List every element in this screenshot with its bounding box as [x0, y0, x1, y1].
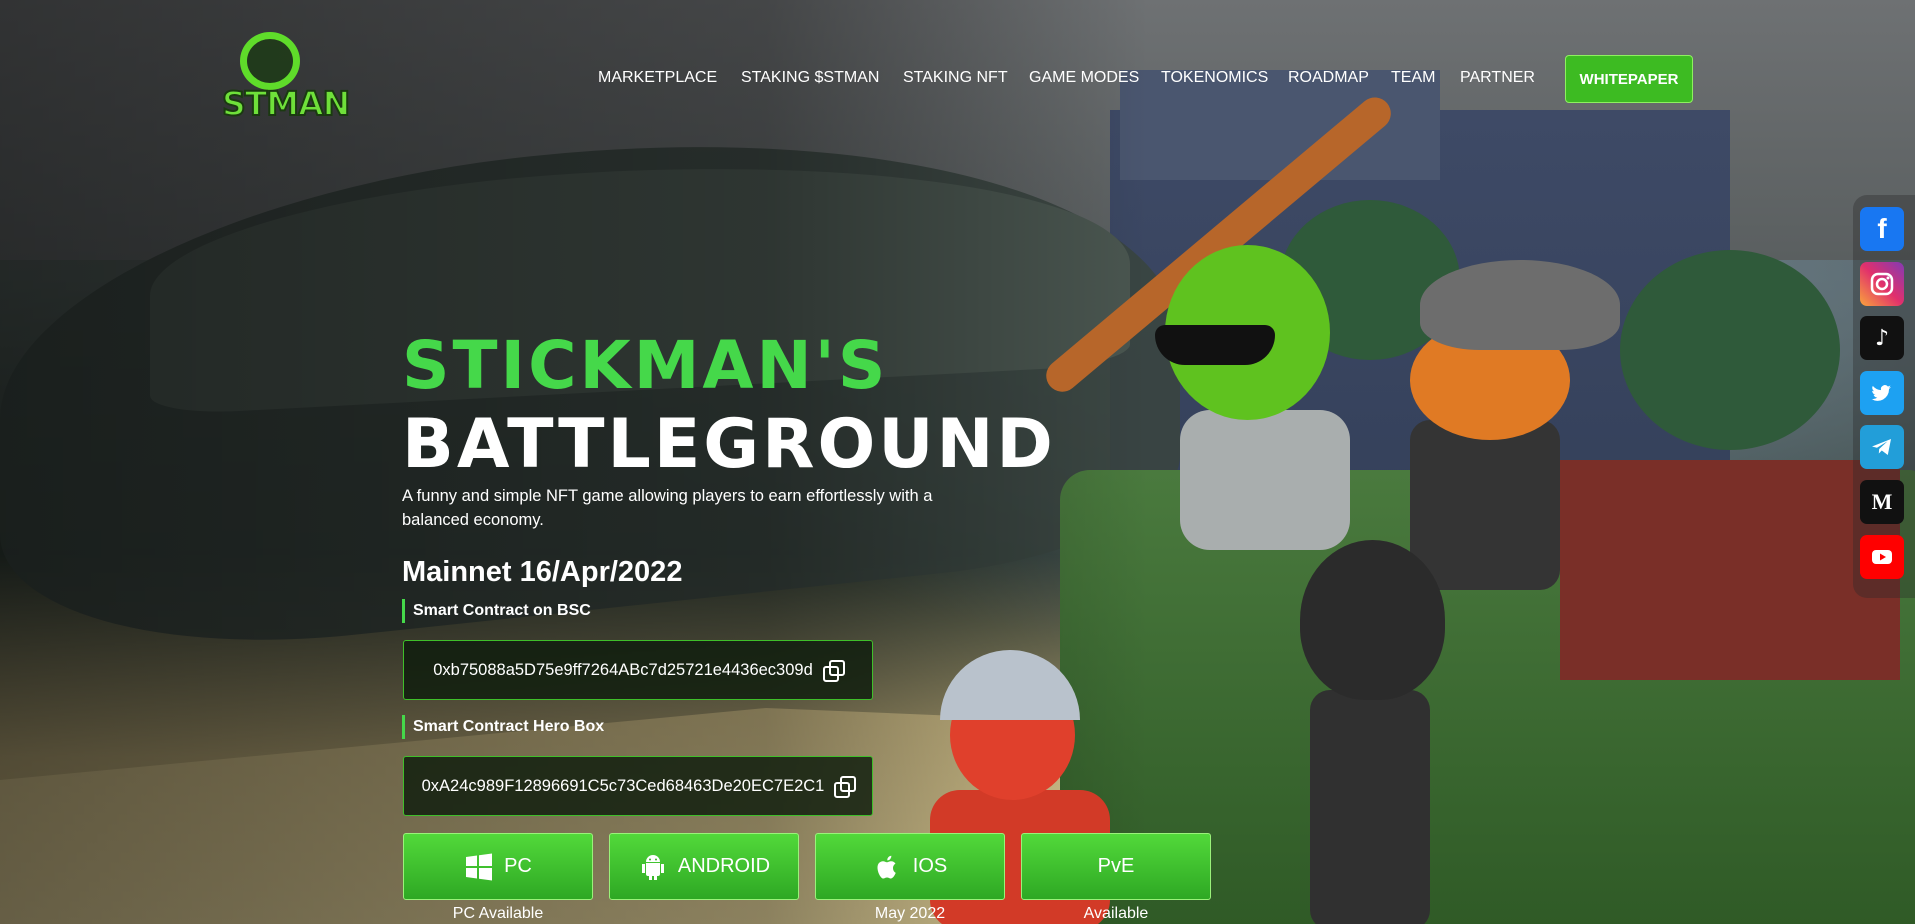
contract-bsc-address: 0xb75088a5D75e9ff7264ABc7d25721e4436ec30… — [433, 660, 813, 679]
platform-pc-label: PC — [504, 855, 532, 877]
platform-pc-button[interactable]: PC — [403, 833, 593, 900]
copy-icon[interactable] — [822, 660, 845, 682]
android-icon — [641, 854, 664, 880]
youtube-icon[interactable] — [1860, 535, 1904, 579]
nav-item-marketplace[interactable]: MARKETPLACE — [598, 69, 717, 87]
contract-hero-label: Smart Contract Hero Box — [402, 715, 604, 739]
contract-bsc-label: Smart Contract on BSC — [402, 599, 591, 623]
instagram-icon[interactable] — [1860, 262, 1904, 306]
copy-icon[interactable] — [834, 776, 857, 798]
contract-bsc-box[interactable]: 0xb75088a5D75e9ff7264ABc7d25721e4436ec30… — [403, 640, 873, 700]
logo-text: STMAN — [221, 83, 351, 124]
nav-item-team[interactable]: TEAM — [1391, 69, 1435, 87]
nav-item-roadmap[interactable]: ROADMAP — [1288, 69, 1369, 87]
nav-item-staking-nft[interactable]: STAKING NFT — [903, 69, 1008, 87]
telegram-icon[interactable] — [1860, 425, 1904, 469]
platform-android-button[interactable]: ANDROID — [609, 833, 799, 900]
platform-ios-label: IOS — [912, 855, 948, 877]
contract-hero-box[interactable]: 0xA24c989F12896691C5c73Ced68463De20EC7E2… — [403, 756, 873, 816]
platform-ios-status: May 2022 — [874, 905, 946, 922]
hero-description: A funny and simple NFT game allowing pla… — [402, 487, 933, 529]
apple-icon — [877, 855, 896, 878]
platform-pve-status: Available — [1083, 905, 1149, 922]
platform-pve-label: PvE — [1097, 855, 1135, 877]
nav-item-partner[interactable]: PARTNER — [1460, 69, 1535, 87]
social-sidebar: f ♪ M — [1853, 195, 1915, 598]
platform-ios-button[interactable]: IOS — [815, 833, 1005, 900]
platform-pc-status: PC Available — [452, 905, 544, 922]
medium-icon[interactable]: M — [1860, 480, 1904, 524]
hero-title-line1: STICKMAN'S — [402, 327, 889, 404]
facebook-icon[interactable]: f — [1860, 207, 1904, 251]
platform-pve-button[interactable]: PvE — [1021, 833, 1211, 900]
whitepaper-button[interactable]: WHITEPAPER — [1565, 55, 1693, 103]
contract-hero-address: 0xA24c989F12896691C5c73Ced68463De20EC7E2… — [421, 776, 825, 795]
platform-android-label: ANDROID — [677, 855, 771, 877]
windows-icon — [466, 853, 493, 880]
mainnet-date: Mainnet 16/Apr/2022 — [402, 556, 683, 588]
nav-item-game-modes[interactable]: GAME MODES — [1029, 69, 1139, 87]
logo-mark-icon — [240, 32, 300, 90]
twitter-icon[interactable] — [1860, 371, 1904, 415]
site-logo[interactable]: STMAN — [221, 32, 351, 126]
hero-title-line2: BATTLEGROUND — [402, 405, 1056, 484]
nav-item-staking-stman[interactable]: STAKING $STMAN — [741, 69, 879, 87]
nav-item-tokenomics[interactable]: TOKENOMICS — [1161, 69, 1268, 87]
tiktok-icon[interactable]: ♪ — [1860, 316, 1904, 360]
